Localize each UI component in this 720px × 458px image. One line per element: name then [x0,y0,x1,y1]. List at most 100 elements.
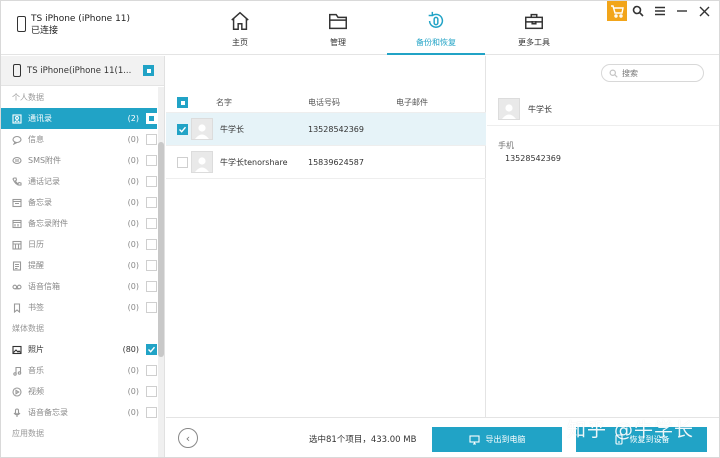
sidebar-item-count: (0) [127,219,139,228]
cart-button[interactable] [607,1,627,21]
close-button[interactable] [693,1,715,21]
device-select-all-checkbox[interactable] [143,65,154,76]
message-icon [12,135,22,145]
sidebar-item-label: SMS附件 [28,156,62,165]
table-row[interactable]: 牛学长 13528542369 [166,113,486,146]
nav-more-tools[interactable]: 更多工具 [485,1,583,53]
sidebar-item-label: 书签 [28,303,44,312]
sidebar-item-label: 视频 [28,387,44,396]
section-personal-data: 个人数据 [12,93,44,102]
sidebar-item-photos[interactable]: 照片 (80) [1,339,157,360]
sidebar-item-count: (0) [127,177,139,186]
sidebar-item-call-log[interactable]: 通话记录 (0) [1,171,157,192]
menu-button[interactable] [649,1,671,21]
header-phone[interactable]: 电话号码 [308,97,396,108]
avatar [498,98,520,120]
voice-memo-icon [12,407,22,418]
sidebar-item-checkbox[interactable] [146,218,157,229]
row-name: 牛学长tenorshare [220,157,288,167]
sidebar-item-checkbox[interactable] [146,386,157,397]
table-row[interactable]: 牛学长tenorshare 15839624587 [166,146,486,179]
contact-list-panel: 名字 电话号码 电子邮件 牛学长 13528542369 牛学长tenorsha… [166,56,704,457]
sidebar-item-checkbox[interactable] [146,281,157,292]
detail-name: 牛学长 [528,104,552,114]
avatar [191,151,213,173]
export-to-computer-button[interactable]: 导出到电脑 [432,427,562,452]
window-controls [607,1,715,21]
notes-icon [12,198,22,208]
sidebar-item-sms-attachments[interactable]: SMS附件 (0) [1,150,157,171]
toolbox-icon [525,13,543,30]
nav-backup-restore[interactable]: 备份和恢复 [387,1,485,55]
nav-home[interactable]: 主页 [191,1,289,53]
backup-restore-icon [428,11,444,28]
row-checkbox[interactable] [177,123,188,135]
sidebar-item-contacts[interactable]: 通讯录 (2) [1,108,157,129]
sidebar-item-checkbox[interactable] [146,344,157,355]
sidebar-scrollbar-thumb[interactable] [158,142,164,357]
row-name: 牛学长 [220,124,244,134]
sidebar-item-notes[interactable]: 备忘录 (0) [1,192,157,213]
sidebar-item-calendar[interactable]: 日历 (0) [1,234,157,255]
sidebar-item-checkbox[interactable] [146,134,157,145]
category-list: 个人数据 通讯录 (2) 信息 (0) SMS附件 (0) 通话记录 (0) 备… [1,87,157,444]
row-phone: 15839624587 [308,157,364,167]
contact-detail-panel: 牛学长 手机 13528542369 [487,93,719,415]
search-button[interactable] [627,1,649,21]
sidebar-item-checkbox[interactable] [146,365,157,376]
bookmark-icon [12,302,22,313]
sidebar-item-music[interactable]: 音乐 (0) [1,360,157,381]
header-email[interactable]: 电子邮件 [396,97,486,108]
device-info: TS iPhone (iPhone 11) 已连接 [17,13,130,37]
sidebar-item-checkbox[interactable] [146,407,157,418]
nav-manage[interactable]: 管理 [289,1,387,53]
sidebar-item-voice-memos[interactable]: 语音备忘录 (0) [1,402,157,423]
sidebar-item-checkbox[interactable] [146,260,157,271]
detail-field-value: 13528542369 [505,154,561,163]
device-status: 已连接 [31,26,59,36]
sidebar-item-count: (80) [122,345,139,354]
header-name[interactable]: 名字 [216,97,308,108]
section-media-data: 媒体数据 [12,324,44,333]
sidebar-item-messages[interactable]: 信息 (0) [1,129,157,150]
back-button[interactable]: ‹ [178,428,198,448]
sidebar-scrollbar[interactable] [158,87,164,457]
sidebar-item-label: 语音信箱 [28,282,60,291]
row-checkbox[interactable] [177,156,188,168]
minimize-icon [677,10,687,12]
sidebar-item-checkbox[interactable] [146,155,157,166]
sidebar-item-checkbox[interactable] [146,197,157,208]
sidebar-item-voicemail[interactable]: 语音信箱 (0) [1,276,157,297]
sidebar-item-notes-attachments[interactable]: 备忘录附件 (0) [1,213,157,234]
main-nav: 主页 管理 备份和恢复 更多工具 [191,1,583,55]
search-input[interactable] [622,68,692,78]
sidebar-item-count: (0) [127,135,139,144]
sidebar-item-checkbox[interactable] [146,176,157,187]
selection-summary: 选中81个项目，433.00 MB [309,435,417,445]
search-box[interactable] [601,64,704,82]
sidebar-item-checkbox[interactable] [146,113,157,124]
sidebar-item-bookmarks[interactable]: 书签 (0) [1,297,157,318]
sidebar-item-count: (0) [127,261,139,270]
sidebar-item-checkbox[interactable] [146,302,157,313]
search-icon [609,69,618,78]
music-icon [12,366,22,376]
device-name: TS iPhone (iPhone 11) [31,14,131,24]
video-icon [12,386,22,397]
sidebar-device-name: TS iPhone(iPhone 11(1... [27,65,132,76]
sidebar-item-count: (0) [127,408,139,417]
sidebar-item-count: (0) [127,366,139,375]
sidebar-item-count: (0) [127,240,139,249]
sidebar-item-label: 语音备忘录 [28,408,68,417]
sidebar-device[interactable]: TS iPhone(iPhone 11(1... [1,56,164,86]
select-all-checkbox[interactable] [177,97,188,108]
nav-manage-label: 管理 [330,38,346,47]
sidebar-item-label: 照片 [28,345,44,354]
list-header: 名字 电话号码 电子邮件 [166,93,486,113]
close-icon [699,6,709,16]
sidebar-item-reminders[interactable]: 提醒 (0) [1,255,157,276]
sidebar-item-videos[interactable]: 视频 (0) [1,381,157,402]
sidebar-item-checkbox[interactable] [146,239,157,250]
top-bar: TS iPhone (iPhone 11) 已连接 主页 管理 备份和恢复 更多… [1,1,719,55]
minimize-button[interactable] [671,1,693,21]
